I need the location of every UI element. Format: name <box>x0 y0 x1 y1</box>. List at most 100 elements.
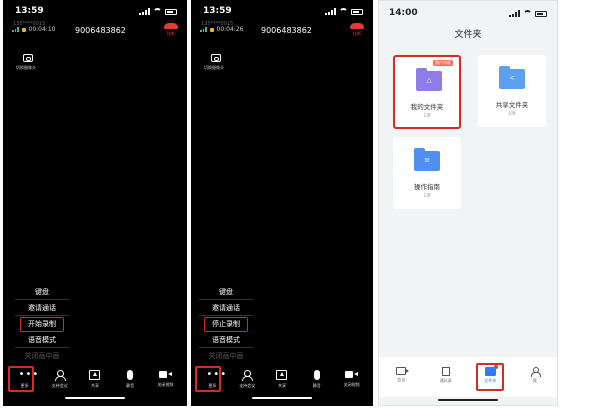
more-menu: 键盘 邀请通话 开始录制 语音模式 关闭画中画 <box>15 284 69 364</box>
hangup-button[interactable]: 挂断 <box>162 23 180 37</box>
share-label: 共享 <box>277 383 286 388</box>
cellular-signal-icon <box>509 10 520 17</box>
microphone-icon <box>127 370 134 380</box>
home-indicator <box>438 399 498 401</box>
tab-meeting[interactable]: 会议 <box>386 367 416 397</box>
menu-item-keypad[interactable]: 键盘 <box>199 284 253 300</box>
menu-item-invite[interactable]: 邀请通话 <box>199 300 253 316</box>
hangup-icon <box>350 23 364 29</box>
share-icon <box>276 370 288 380</box>
call-toolbar: ••• 更多 支持会议 共享 静音 关闭视频 <box>3 366 187 396</box>
menu-item-voice-mode[interactable]: 语音模式 <box>15 332 69 348</box>
call-info: 00:04:10 <box>12 26 55 33</box>
video-off-button[interactable]: 关闭视频 <box>151 370 179 388</box>
status-time: 13:59 <box>15 6 44 16</box>
call-info: 00:04:26 <box>200 26 243 33</box>
people-icon <box>54 370 66 381</box>
meeting-button[interactable]: 支持会议 <box>46 370 74 389</box>
folder-tab-icon <box>484 367 496 376</box>
share-button[interactable]: 共享 <box>268 370 296 389</box>
status-bar: 13:59 <box>3 6 187 20</box>
highlight-box <box>7 366 34 392</box>
tab-label: 会议 <box>397 377 406 382</box>
meeting-button[interactable]: 支持会议 <box>233 370 261 389</box>
call-quality-icon <box>200 27 207 32</box>
phone-number: 9006483862 <box>261 26 312 35</box>
menu-item-start-recording[interactable]: 开始录制 <box>20 317 64 332</box>
shared-folder-icon: < <box>499 66 525 89</box>
tab-contacts[interactable]: 通讯录 <box>431 367 461 397</box>
menu-item-close-pip[interactable]: 关闭画中画 <box>199 348 253 364</box>
hangup-icon <box>164 23 178 29</box>
cellular-signal-icon <box>325 8 336 15</box>
call-duration: 00:04:10 <box>28 26 56 33</box>
call-screen-recording-start: 13:59 135****0015 00:04:10 9006483862 挂断… <box>3 0 187 406</box>
menu-item-close-pip[interactable]: 关闭画中画 <box>15 348 69 364</box>
menu-item-voice-mode[interactable]: 语音模式 <box>199 332 253 348</box>
call-toolbar: ••• 更多 支持会议 共享 静音 关闭视频 <box>191 366 373 396</box>
tab-me[interactable]: 我 <box>520 367 550 397</box>
profile-icon <box>530 367 541 377</box>
highlight-box <box>195 366 222 392</box>
folder-name: 共享文件夹 <box>495 101 529 109</box>
call-quality-icon <box>12 27 19 32</box>
people-icon <box>241 370 254 381</box>
meeting-label: 支持会议 <box>239 383 256 388</box>
switch-camera-label: 切换摄像头 <box>204 65 224 70</box>
contacts-icon <box>441 367 450 376</box>
folder-name: 我的文件夹 <box>410 103 444 111</box>
cellular-signal-icon <box>139 8 150 15</box>
switch-camera-label: 切换摄像头 <box>16 65 36 70</box>
tab-label: 我 <box>532 378 537 383</box>
tab-folders[interactable]: 文件夹 <box>475 363 505 397</box>
folder-count: 1项 <box>423 194 431 199</box>
share-label: 共享 <box>90 383 99 388</box>
shared-folder-card[interactable]: < 共享文件夹 0项 <box>478 55 546 127</box>
my-folder-card[interactable]: 图片内容 △ 我的文件夹 1项 <box>393 55 461 129</box>
document-folder-icon: ≡ <box>414 148 440 171</box>
mute-button[interactable]: 静音 <box>116 370 144 389</box>
menu-item-invite[interactable]: 邀请通话 <box>15 300 69 316</box>
call-screen-recording-stop: 13:59 135****0015 00:04:26 9006483862 挂断… <box>191 0 373 406</box>
video-off-label: 关闭视频 <box>343 382 360 387</box>
encryption-icon <box>209 27 214 32</box>
camera-switch-icon <box>23 54 33 62</box>
battery-icon <box>165 8 177 15</box>
bottom-tab-bar: 会议 通讯录 文件夹 我 <box>379 357 557 397</box>
home-indicator <box>252 397 312 399</box>
video-off-button[interactable]: 关闭视频 <box>338 370 366 388</box>
battery-icon <box>351 8 363 15</box>
encryption-icon <box>21 27 26 32</box>
video-meeting-icon <box>396 367 410 375</box>
status-bar: 13:59 <box>191 6 373 20</box>
hangup-button[interactable]: 挂断 <box>348 23 366 37</box>
menu-item-stop-recording[interactable]: 停止录制 <box>204 317 248 332</box>
home-indicator <box>65 397 125 399</box>
tab-label: 通讯录 <box>439 378 452 383</box>
switch-camera-button[interactable]: 切换摄像头 <box>204 54 228 71</box>
more-button[interactable]: ••• 更多 <box>7 366 39 392</box>
meeting-label: 支持会议 <box>51 383 68 388</box>
mute-label: 静音 <box>312 383 321 388</box>
share-button[interactable]: 共享 <box>81 370 109 389</box>
status-time: 13:59 <box>203 6 232 16</box>
hangup-label: 挂断 <box>353 31 361 36</box>
wifi-icon <box>523 10 532 17</box>
status-time: 14:00 <box>389 8 418 18</box>
folder-badge: 图片内容 <box>433 60 453 66</box>
wifi-icon <box>339 8 348 15</box>
video-camera-icon <box>158 370 172 379</box>
camera-switch-icon <box>211 54 221 62</box>
guide-folder-card[interactable]: ≡ 操作指南 1项 <box>393 137 461 209</box>
mute-label: 静音 <box>126 383 135 388</box>
switch-camera-button[interactable]: 切换摄像头 <box>16 54 40 71</box>
share-icon <box>89 370 101 380</box>
mute-button[interactable]: 静音 <box>303 370 331 389</box>
call-duration: 00:04:26 <box>216 26 244 33</box>
more-menu: 键盘 邀请通话 停止录制 语音模式 关闭画中画 <box>199 284 253 364</box>
menu-item-keypad[interactable]: 键盘 <box>15 284 69 300</box>
phone-number: 9006483862 <box>75 26 126 35</box>
status-bar: 14:00 <box>379 8 557 22</box>
more-button[interactable]: ••• 更多 <box>195 366 226 392</box>
microphone-icon <box>313 370 320 380</box>
